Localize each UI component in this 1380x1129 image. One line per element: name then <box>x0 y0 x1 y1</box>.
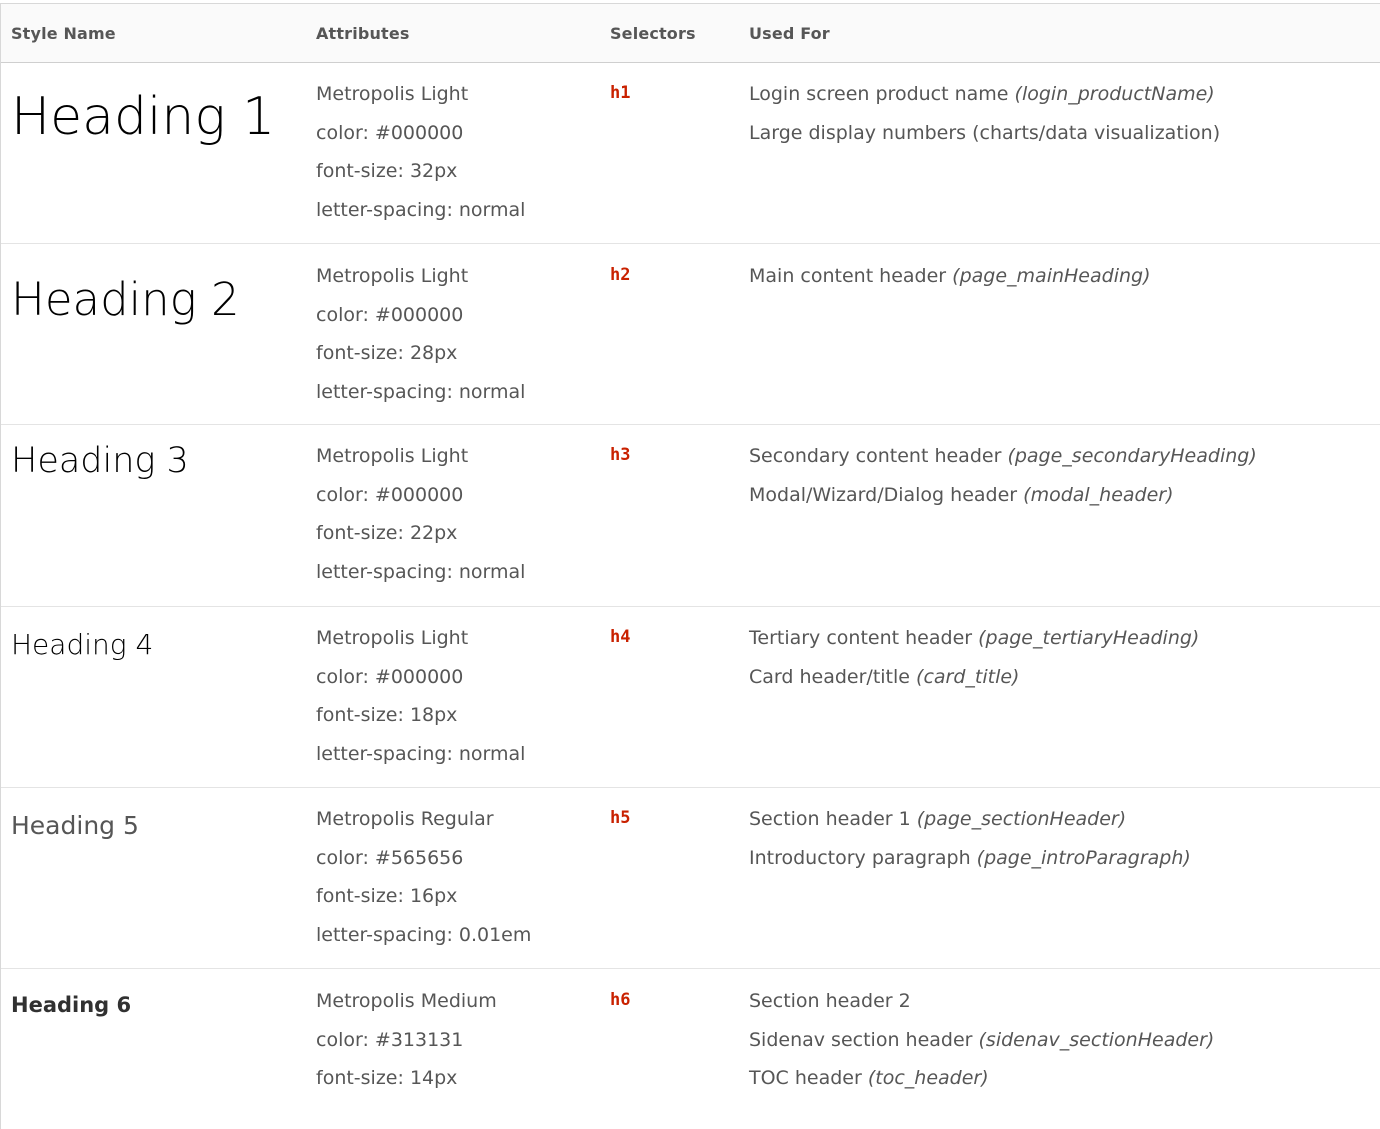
attribute-line: color: #565656 <box>316 846 464 869</box>
use-text: Tertiary content header <box>749 627 973 649</box>
use-text: Login screen product name <box>749 83 1009 105</box>
table-row: Heading 5 Metropolis Regular color: #565… <box>1 788 1380 969</box>
table-row: Heading 2 Metropolis Light color: #00000… <box>1 244 1380 425</box>
use-note: (page_introParagraph) <box>976 846 1191 869</box>
attribute-line: font-size: 28px <box>316 342 458 364</box>
attribute-line: Metropolis Medium <box>316 990 497 1012</box>
table-row: Heading 6 Metropolis Medium color: #3131… <box>1 969 1380 1129</box>
attributes-cell: Metropolis Medium color: #313131 font-si… <box>316 982 497 1098</box>
use-text: Sidenav section header <box>749 1028 973 1051</box>
table-row: Heading 1 Metropolis Light color: #00000… <box>1 63 1380 244</box>
use-line: Section header 1 (page_sectionHeader) <box>749 800 1191 839</box>
selector-code: h5 <box>610 808 631 828</box>
table-header-row: Style Name Attributes Selectors Used For <box>1 4 1380 63</box>
use-line: Tertiary content header (page_tertiaryHe… <box>749 619 1199 658</box>
attributes-cell: Metropolis Light color: #000000 font-siz… <box>316 75 525 229</box>
attributes-cell: Metropolis Regular color: #565656 font-s… <box>316 800 531 954</box>
use-note: (card_title) <box>916 665 1020 688</box>
attribute-line: Metropolis Regular <box>316 808 494 830</box>
use-line: Sidenav section header (sidenav_sectionH… <box>749 1021 1214 1060</box>
attribute-line: letter-spacing: normal <box>316 380 526 403</box>
use-line: Card header/title (card_title) <box>749 658 1199 697</box>
use-note: (sidenav_sectionHeader) <box>978 1028 1215 1051</box>
attribute-line: font-size: 14px <box>316 1067 458 1089</box>
style-name-cell: Heading 3 <box>11 441 189 481</box>
use-line: Main content header (page_mainHeading) <box>749 257 1150 296</box>
attribute-line: letter-spacing: 0.01em <box>316 923 532 946</box>
used-for-cell: Section header 2 Sidenav section header … <box>749 982 1214 1098</box>
use-note: (modal_header) <box>1023 483 1174 506</box>
selector-code: h3 <box>610 445 631 465</box>
style-name-cell: Heading 5 <box>11 811 139 840</box>
selector-code: h1 <box>610 83 631 103</box>
use-text: Large display numbers (charts/data visua… <box>749 121 1221 144</box>
header-attributes: Attributes <box>316 24 410 43</box>
attribute-line: Metropolis Light <box>316 83 469 105</box>
use-note: (page_tertiaryHeading) <box>978 627 1200 649</box>
table-row: Heading 4 Metropolis Light color: #00000… <box>1 607 1380 788</box>
selector-code: h2 <box>610 265 631 285</box>
attribute-line: font-size: 18px <box>316 704 458 726</box>
attribute-line: letter-spacing: normal <box>316 560 526 583</box>
use-line: Section header 2 <box>749 982 1214 1021</box>
style-name-cell: Heading 4 <box>11 628 154 661</box>
use-text: Main content header <box>749 265 947 287</box>
use-text: TOC header <box>749 1067 862 1089</box>
attribute-line: color: #000000 <box>316 303 464 326</box>
attribute-line: Metropolis Light <box>316 265 469 287</box>
attribute-line: color: #000000 <box>316 483 464 506</box>
used-for-cell: Login screen product name (login_product… <box>749 75 1220 152</box>
attribute-line: letter-spacing: normal <box>316 742 526 765</box>
use-note: (toc_header) <box>867 1067 989 1089</box>
use-note: (page_secondaryHeading) <box>1007 445 1257 467</box>
attribute-line: Metropolis Light <box>316 627 469 649</box>
style-name-cell: Heading 1 <box>11 87 276 147</box>
use-text: Modal/Wizard/Dialog header <box>749 483 1018 506</box>
use-line: TOC header (toc_header) <box>749 1059 1214 1098</box>
use-note: (login_productName) <box>1014 83 1215 105</box>
attribute-line: Metropolis Light <box>316 445 469 467</box>
attributes-cell: Metropolis Light color: #000000 font-siz… <box>316 619 525 773</box>
use-text: Section header 2 <box>749 990 911 1012</box>
use-text: Secondary content header <box>749 445 1002 467</box>
used-for-cell: Secondary content header (page_secondary… <box>749 437 1257 514</box>
attribute-line: font-size: 32px <box>316 160 458 182</box>
attributes-cell: Metropolis Light color: #000000 font-siz… <box>316 257 525 411</box>
use-line: Large display numbers (charts/data visua… <box>749 114 1220 153</box>
style-name-cell: Heading 2 <box>11 273 240 326</box>
attributes-cell: Metropolis Light color: #000000 font-siz… <box>316 437 525 591</box>
used-for-cell: Main content header (page_mainHeading) <box>749 257 1150 296</box>
use-text: Section header 1 <box>749 808 911 830</box>
style-name-cell: Heading 6 <box>11 993 132 1017</box>
attribute-line: font-size: 16px <box>316 885 458 907</box>
attribute-line: color: #000000 <box>316 121 464 144</box>
table-row: Heading 3 Metropolis Light color: #00000… <box>1 425 1380 607</box>
use-text: Introductory paragraph <box>749 846 971 869</box>
used-for-cell: Section header 1 (page_sectionHeader) In… <box>749 800 1191 877</box>
use-line: Login screen product name (login_product… <box>749 75 1220 114</box>
attribute-line: color: #000000 <box>316 665 464 688</box>
header-used-for: Used For <box>749 24 830 43</box>
use-note: (page_sectionHeader) <box>916 808 1127 830</box>
attribute-line: letter-spacing: normal <box>316 198 526 221</box>
attribute-line: font-size: 22px <box>316 522 458 544</box>
selector-code: h6 <box>610 990 631 1010</box>
attribute-line: color: #313131 <box>316 1028 464 1051</box>
use-line: Secondary content header (page_secondary… <box>749 437 1257 476</box>
selector-code: h4 <box>610 627 631 647</box>
use-text: Card header/title <box>749 665 910 688</box>
use-line: Modal/Wizard/Dialog header (modal_header… <box>749 476 1257 515</box>
used-for-cell: Tertiary content header (page_tertiaryHe… <box>749 619 1199 696</box>
header-selectors: Selectors <box>610 24 696 43</box>
typography-table: Style Name Attributes Selectors Used For… <box>0 3 1380 1129</box>
use-note: (page_mainHeading) <box>952 265 1151 287</box>
use-line: Introductory paragraph (page_introParagr… <box>749 839 1191 878</box>
header-style-name: Style Name <box>11 24 116 43</box>
